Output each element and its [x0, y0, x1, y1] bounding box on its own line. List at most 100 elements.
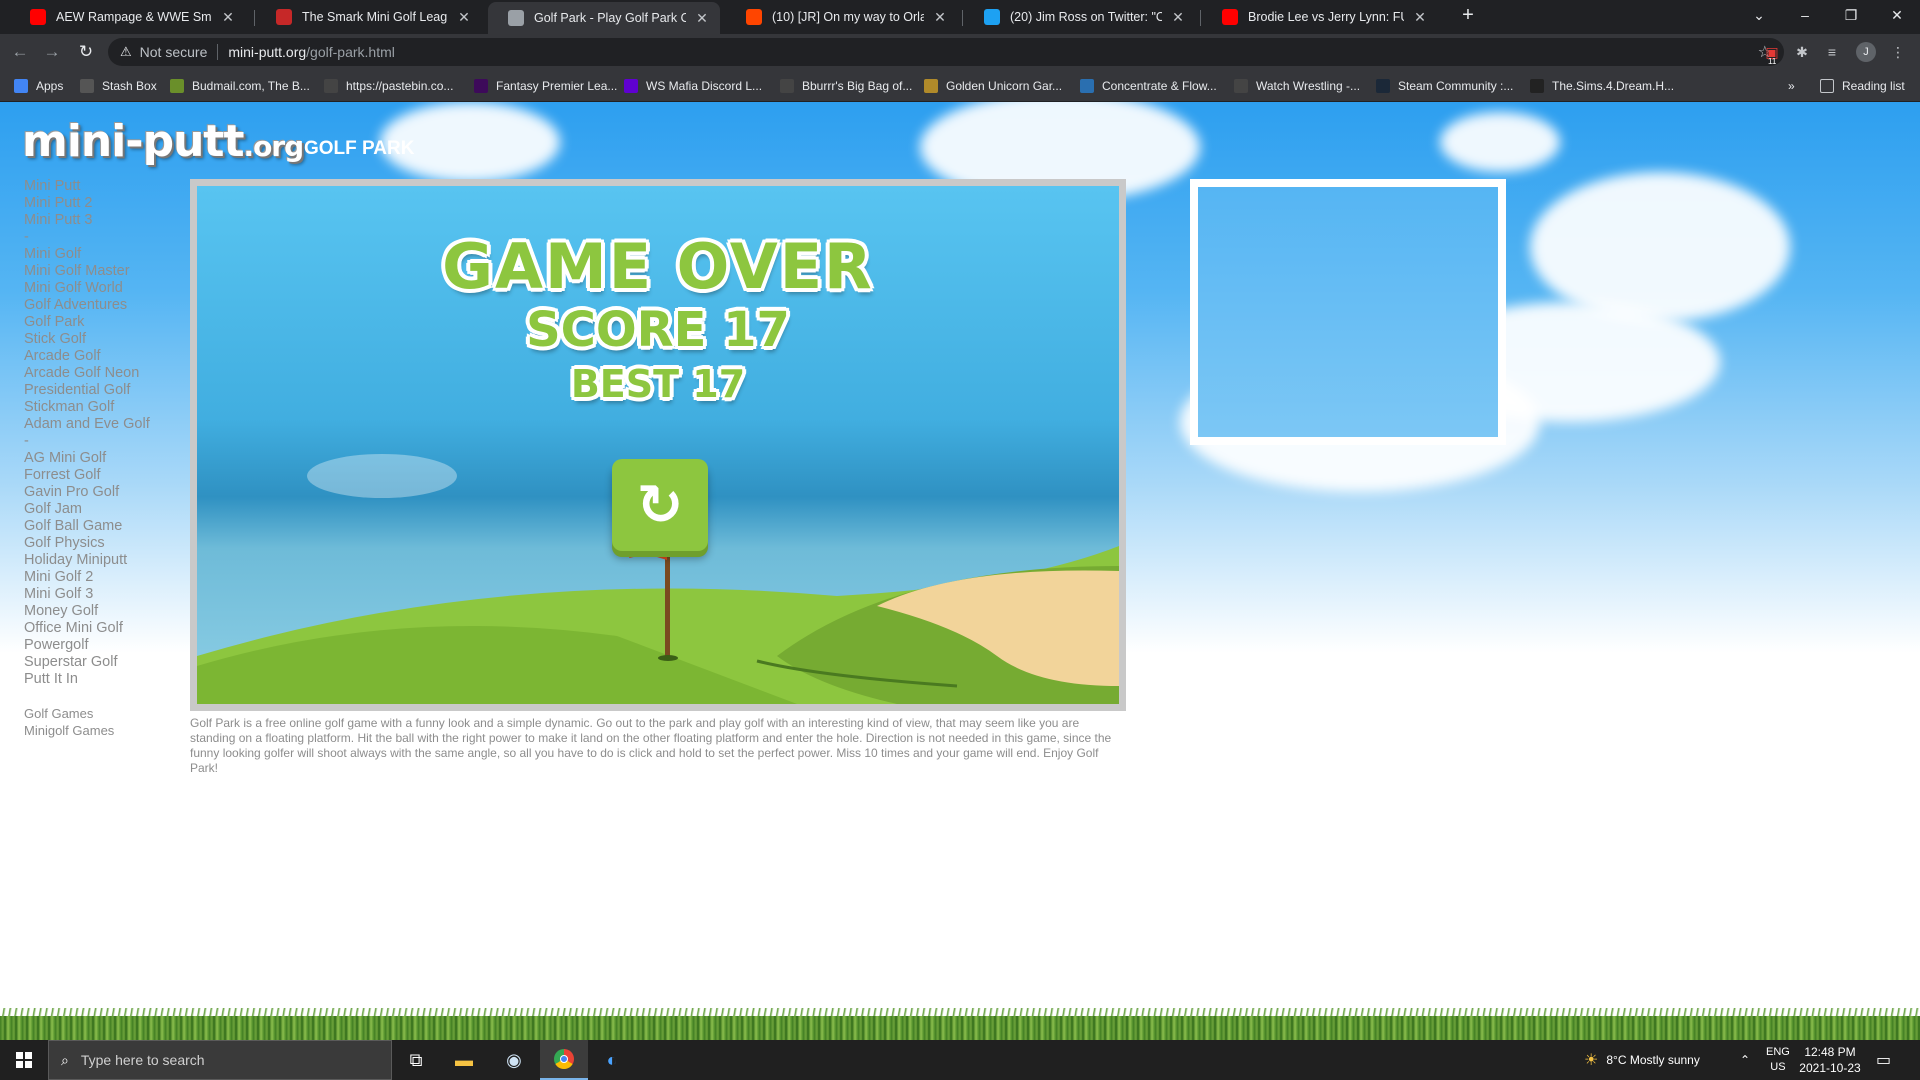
warning-icon: ⚠ [120, 44, 132, 59]
bookmark-item[interactable]: Apps [14, 76, 63, 96]
weather-widget[interactable]: ☀ 8°C Mostly sunny [1584, 1040, 1700, 1080]
bookmark-item[interactable]: Concentrate & Flow... [1080, 76, 1217, 96]
sidebar-link[interactable]: Mini Golf World [24, 280, 184, 297]
new-tab-button[interactable]: + [1454, 4, 1482, 27]
sidebar-link[interactable]: Stick Golf [24, 331, 184, 348]
profile-avatar[interactable]: J [1856, 42, 1876, 62]
minimize-button[interactable]: – [1782, 0, 1828, 34]
bookmark-item[interactable]: The.Sims.4.Dream.H... [1530, 76, 1674, 96]
wordpress-icon [1234, 79, 1248, 93]
address-divider [217, 44, 219, 60]
web-page: mini-putt.org GOLF PARK Mini Putt Mini Pu… [0, 102, 1920, 1052]
bookmark-item[interactable]: https://pastebin.co... [324, 76, 453, 96]
sidebar-link[interactable]: Superstar Golf [24, 654, 184, 671]
close-window-button[interactable]: ✕ [1874, 0, 1920, 34]
tab-search-icon[interactable]: ⌄ [1736, 0, 1782, 34]
sidebar-link[interactable]: Mini Golf Master [24, 263, 184, 280]
tray-chevron-icon[interactable]: ⌃ [1740, 1040, 1750, 1080]
app-icon[interactable]: ◐ [588, 1040, 636, 1080]
media-control-icon[interactable]: ≡ [1822, 42, 1842, 62]
weather-icon: ☀ [1584, 1052, 1599, 1069]
restart-button[interactable]: ↻ [612, 459, 708, 551]
sidebar-link[interactable]: AG Mini Golf [24, 450, 184, 467]
close-tab-icon[interactable]: ✕ [1412, 9, 1428, 26]
browser-tab[interactable]: Golf Park - Play Golf Park Online ✕ [488, 2, 720, 34]
sidebar-link[interactable]: Stickman Golf [24, 399, 184, 416]
start-button[interactable] [0, 1040, 48, 1080]
close-tab-icon[interactable]: ✕ [694, 10, 710, 27]
game-canvas[interactable]: GAME OVER SCORE 17 BEST 17 ↻ [190, 179, 1126, 711]
language-indicator[interactable]: ENG US [1766, 1040, 1790, 1080]
close-tab-icon[interactable]: ✕ [1170, 9, 1186, 26]
bookmark-label: Watch Wrestling -... [1256, 79, 1361, 93]
browser-tab[interactable]: Brodie Lee vs Jerry Lynn: FULL M ✕ [1202, 0, 1438, 34]
reload-icon[interactable]: ↻ [74, 40, 98, 64]
sidebar-link[interactable]: Forrest Golf [24, 467, 184, 484]
browser-tab[interactable]: AEW Rampage & WWE Smackdo ✕ [10, 0, 246, 34]
tab-title: The Smark Mini Golf League 202 [302, 10, 448, 24]
steam-icon[interactable]: ◉ [490, 1040, 538, 1080]
address-bar[interactable]: ⚠ Not secure mini-putt.org/golf-park.htm… [108, 38, 1784, 66]
menu-kebab-icon[interactable]: ⋮ [1888, 42, 1908, 62]
sidebar-link[interactable]: Arcade Golf Neon [24, 365, 184, 382]
forward-arrow-icon[interactable]: → [40, 40, 64, 64]
bookmark-item[interactable]: WS Mafia Discord L... [624, 76, 762, 96]
search-placeholder: Type here to search [80, 1052, 205, 1068]
reading-list-button[interactable]: Reading list [1820, 76, 1905, 96]
system-clock[interactable]: 12:48 PM 2021-10-23 [1790, 1044, 1870, 1076]
bookmark-item[interactable]: Bburrr's Big Bag of... [780, 76, 912, 96]
task-view-icon[interactable]: ⧉ [392, 1040, 440, 1080]
close-tab-icon[interactable]: ✕ [220, 9, 236, 26]
sidebar-link[interactable]: Putt It In [24, 671, 184, 688]
notification-icon[interactable]: ▭ [1876, 1040, 1891, 1080]
sidebar-link[interactable]: Adam and Eve Golf [24, 416, 184, 433]
sidebar-link[interactable]: Holiday Miniputt [24, 552, 184, 569]
site-logo[interactable]: mini-putt.org [22, 116, 304, 167]
sidebar-link[interactable]: Golf Ball Game [24, 518, 184, 535]
sidebar-link[interactable]: Mini Putt 3 [24, 212, 184, 229]
bookmark-item[interactable]: Stash Box [80, 76, 157, 96]
sidebar-link[interactable]: Golf Games [24, 705, 184, 722]
sidebar-link[interactable]: Powergolf [24, 637, 184, 654]
sidebar-separator: - [24, 229, 29, 245]
bookmark-item[interactable]: Fantasy Premier Lea... [474, 76, 617, 96]
close-tab-icon[interactable]: ✕ [932, 9, 948, 26]
sidebar-link[interactable]: Presidential Golf [24, 382, 184, 399]
budmail-icon [170, 79, 184, 93]
extension-badge: 11 [1768, 57, 1777, 66]
sidebar-link[interactable]: Mini Golf 2 [24, 569, 184, 586]
sidebar-link[interactable]: Mini Golf [24, 246, 184, 263]
sidebar-link[interactable]: Golf Jam [24, 501, 184, 518]
browser-tab[interactable]: (10) [JR] On my way to Orlando f ✕ [726, 0, 958, 34]
sidebar-link[interactable]: Mini Putt 2 [24, 195, 184, 212]
unicorn-icon [924, 79, 938, 93]
bookmark-item[interactable]: Steam Community :... [1376, 76, 1513, 96]
sidebar-link[interactable]: Money Golf [24, 603, 184, 620]
browser-tab[interactable]: (20) Jim Ross on Twitter: "On my ✕ [964, 0, 1196, 34]
extension-icon[interactable]: ▣ 11 [1762, 42, 1782, 66]
restore-button[interactable]: ❐ [1828, 0, 1874, 34]
taskbar-search-input[interactable]: ⌕ Type here to search [48, 1040, 392, 1080]
puzzle-extensions-icon[interactable]: ✱ [1792, 42, 1812, 62]
file-explorer-icon[interactable]: ▬ [440, 1040, 488, 1080]
bookmark-item[interactable]: Budmail.com, The B... [170, 76, 310, 96]
bookmark-item[interactable]: Golden Unicorn Gar... [924, 76, 1062, 96]
chrome-icon[interactable] [540, 1040, 588, 1080]
sidebar-link[interactable]: Arcade Golf [24, 348, 184, 365]
sidebar-link[interactable]: Golf Physics [24, 535, 184, 552]
close-tab-icon[interactable]: ✕ [456, 9, 472, 26]
sidebar-link[interactable]: Mini Putt [24, 178, 184, 195]
sidebar-link[interactable]: Golf Adventures [24, 297, 184, 314]
bookmark-item[interactable]: Watch Wrestling -... [1234, 76, 1360, 96]
sidebar-link[interactable]: Gavin Pro Golf [24, 484, 184, 501]
more-bookmarks-button[interactable]: » [1788, 76, 1795, 96]
browser-tab[interactable]: The Smark Mini Golf League 202 ✕ [256, 0, 482, 34]
golf-hole [658, 655, 678, 661]
back-arrow-icon[interactable]: ← [8, 40, 32, 64]
sidebar-link[interactable]: Office Mini Golf [24, 620, 184, 637]
twitter-icon [984, 9, 1000, 25]
sidebar-link[interactable]: Minigolf Games [24, 722, 184, 739]
sidebar-link[interactable]: Golf Park [24, 314, 184, 331]
sidebar-link[interactable]: Mini Golf 3 [24, 586, 184, 603]
clock-time: 12:48 PM [1804, 1045, 1856, 1059]
